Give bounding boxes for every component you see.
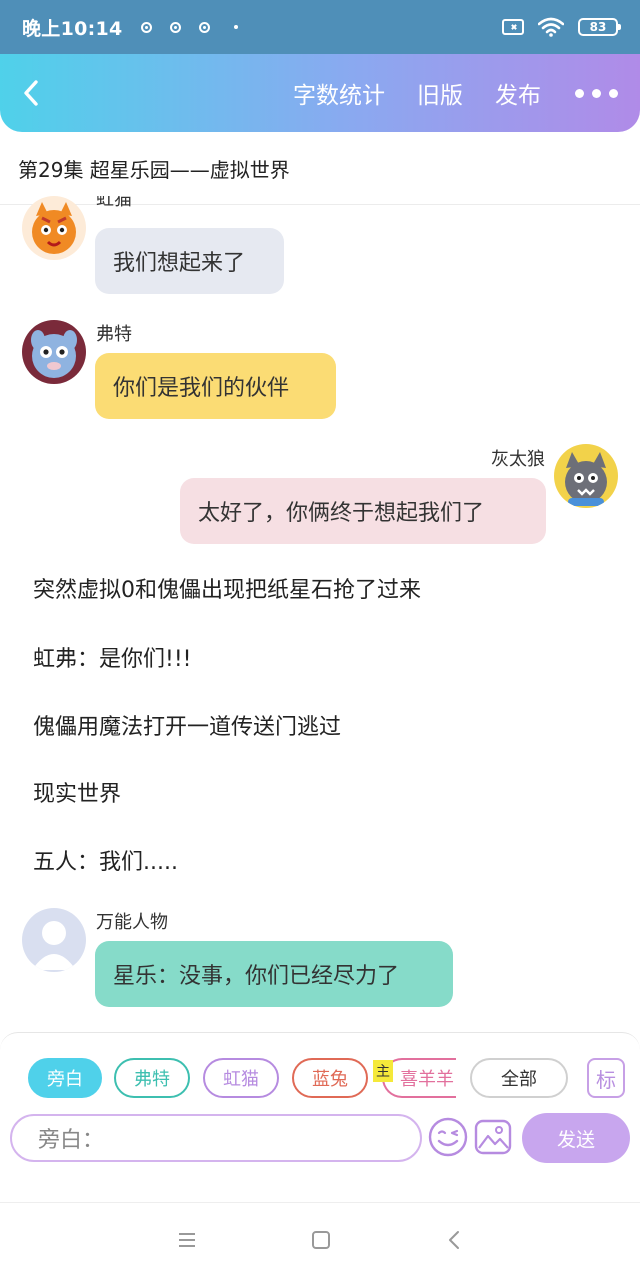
narration-line[interactable]: 虹弗：是你们!!! [33,641,191,673]
role-chip-hongmao[interactable]: 虹猫 [203,1058,279,1098]
publish-button[interactable]: 发布 [495,76,541,110]
status-time: 晚上10:14 [22,17,123,40]
word-count-button[interactable]: 字数统计 [293,76,385,110]
battery-indicator: 83 [578,18,621,36]
system-nav-bar [0,1202,640,1279]
episode-title: 第29集 超星乐园——虚拟世界 [18,158,290,182]
main-role-tag: 主 [373,1060,393,1082]
avatar-placeholder[interactable] [22,908,86,972]
speaker-name: 灰太狼 [491,449,545,470]
menu-icon[interactable] [176,1229,202,1255]
app-bar: 字数统计 旧版 发布 [0,54,640,132]
role-chip-fute[interactable]: 弗特 [114,1058,190,1098]
status-bar: 晚上10:14 83 [0,0,640,54]
avatar-huitailang[interactable] [554,444,618,508]
speaker-name: 虹猫 [96,196,132,210]
wifi-icon [538,17,564,37]
role-chip-all[interactable]: 全部 [470,1058,568,1098]
back-icon[interactable] [22,73,52,113]
message-bubble[interactable]: 你们是我们的伙伴 [95,353,336,419]
avatar-hongmao[interactable] [22,196,86,260]
avatar-fute[interactable] [22,320,86,384]
narration-line[interactable]: 突然虚拟0和傀儡出现把纸星石抢了过来 [33,572,421,604]
speaker-name: 弗特 [96,324,132,345]
notification-icon [140,21,152,33]
image-icon[interactable] [474,1118,512,1156]
role-chip-lantu[interactable]: 蓝兔 [292,1058,368,1098]
message-bubble[interactable]: 星乐：没事，你们已经尽力了 [95,941,453,1007]
narration-line[interactable]: 五人：我们..... [33,844,178,876]
home-icon[interactable] [310,1229,336,1255]
message-bubble[interactable]: 我们想起来了 [95,228,284,294]
nav-back-icon[interactable] [444,1229,470,1255]
old-version-button[interactable]: 旧版 [417,76,463,110]
notification-icon [169,21,181,33]
emoji-icon[interactable] [428,1117,468,1157]
narration-line[interactable]: 傀儡用魔法打开一道传送门逃过 [33,709,341,741]
notification-icon [198,21,210,33]
narration-line[interactable]: 现实世界 [33,776,121,808]
message-bubble[interactable]: 太好了，你俩终于想起我们了 [180,478,546,544]
role-chip-narrator[interactable]: 旁白 [28,1058,102,1098]
send-button[interactable]: 发送 [522,1113,630,1163]
more-notifications-icon [233,25,238,29]
mark-button[interactable]: 标 [587,1058,625,1098]
more-options-icon[interactable] [575,88,618,98]
no-sim-icon [502,19,524,35]
speaker-name: 万能人物 [96,912,168,933]
role-chip-xiyangyang[interactable]: 喜羊羊 [382,1058,456,1098]
message-input[interactable]: 旁白： [10,1114,422,1162]
